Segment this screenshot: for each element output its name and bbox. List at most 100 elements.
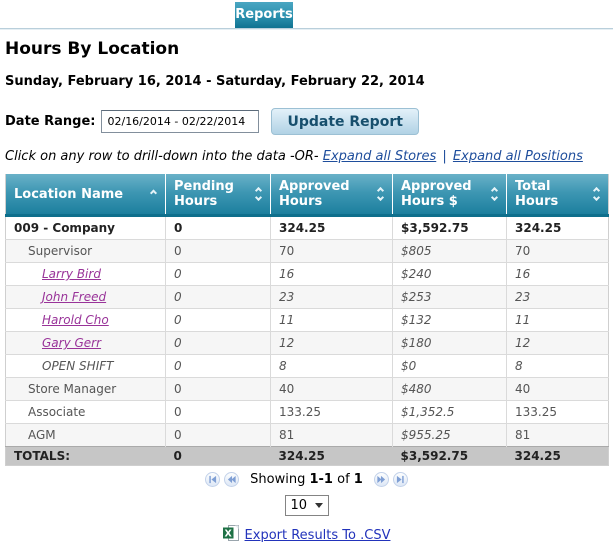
row-location-name: OPEN SHIFT <box>42 359 113 373</box>
date-range-label: Date Range: <box>5 114 95 129</box>
cell-approved-hours: 23 <box>271 286 393 309</box>
table-row[interactable]: 009 - Company 0 324.25 $3,592.75 324.25 <box>6 216 609 240</box>
cell-approved-hours-dollars: $805 <box>393 240 507 263</box>
cell-pending-hours: 0 <box>166 424 271 447</box>
cell-total-hours: 16 <box>507 263 609 286</box>
page-size-select[interactable]: 10 <box>285 495 329 516</box>
cell-total-hours: 11 <box>507 309 609 332</box>
first-page-icon <box>208 475 217 484</box>
cell-approved-hours: 16 <box>271 263 393 286</box>
last-page-button[interactable] <box>393 472 408 487</box>
employee-link[interactable]: Harold Cho <box>42 313 109 327</box>
export-csv-link[interactable]: Export Results To .CSV <box>245 528 391 543</box>
table-row[interactable]: Associate 0 133.25 $1,352.5 133.25 <box>6 401 609 424</box>
cell-approved-hours-dollars: $480 <box>393 378 507 401</box>
table-row[interactable]: OPEN SHIFT 0 8 $0 8 <box>6 355 609 378</box>
prev-page-button[interactable] <box>224 472 239 487</box>
column-header-approved-hours[interactable]: Approved Hours <box>271 174 393 216</box>
cell-pending-hours: 0 <box>166 401 271 424</box>
prev-page-icon <box>227 475 236 484</box>
first-page-button[interactable] <box>205 472 220 487</box>
tab-reports[interactable]: Reports <box>235 2 293 28</box>
table-row[interactable]: Harold Cho 0 11 $132 11 <box>6 309 609 332</box>
sort-both-icon <box>378 188 383 200</box>
cell-pending-hours: 0 <box>166 332 271 355</box>
date-range-controls: Date Range: Update Report <box>5 108 613 135</box>
cell-pending-hours: 0 <box>166 309 271 332</box>
table-row[interactable]: AGM 0 81 $955.25 81 <box>6 424 609 447</box>
cell-approved-hours: 81 <box>271 424 393 447</box>
hours-by-location-table: Location Name Pending Hours Approved Hou… <box>5 174 609 466</box>
column-header-location-name[interactable]: Location Name <box>6 174 166 216</box>
table-row[interactable]: Larry Bird 0 16 $240 16 <box>6 263 609 286</box>
totals-pending-hours: 0 <box>166 447 271 466</box>
table-row[interactable]: Store Manager 0 40 $480 40 <box>6 378 609 401</box>
cell-approved-hours-dollars: $1,352.5 <box>393 401 507 424</box>
column-header-total-hours[interactable]: Total Hours <box>507 174 609 216</box>
totals-approved-hours: 324.25 <box>271 447 393 466</box>
cell-approved-hours: 12 <box>271 332 393 355</box>
header-divider <box>0 28 613 30</box>
row-location-name: 009 - Company <box>14 221 115 235</box>
table-row[interactable]: Supervisor 0 70 $805 70 <box>6 240 609 263</box>
column-label: Approved Hours $ <box>401 179 472 209</box>
svg-text:X: X <box>224 528 232 539</box>
cell-pending-hours: 0 <box>166 286 271 309</box>
row-location-name: Supervisor <box>28 244 92 258</box>
drilldown-hint-text: Click on any row to drill-down into the … <box>5 149 319 164</box>
employee-link[interactable]: Larry Bird <box>42 267 101 281</box>
table-row[interactable]: Gary Gerr 0 12 $180 12 <box>6 332 609 355</box>
cell-total-hours: 8 <box>507 355 609 378</box>
totals-approved-hours-dollars: $3,592.75 <box>393 447 507 466</box>
expand-all-positions-link[interactable]: Expand all Positions <box>453 149 583 164</box>
table-header-row: Location Name Pending Hours Approved Hou… <box>6 174 609 216</box>
next-page-button[interactable] <box>374 472 389 487</box>
sort-both-icon <box>594 188 599 200</box>
row-location-name: AGM <box>28 428 56 442</box>
cell-approved-hours: 40 <box>271 378 393 401</box>
column-label: Location Name <box>14 187 123 202</box>
sort-asc-icon <box>151 191 156 198</box>
column-header-pending-hours[interactable]: Pending Hours <box>166 174 271 216</box>
column-label: Total Hours <box>515 179 558 209</box>
cell-approved-hours: 8 <box>271 355 393 378</box>
expand-all-stores-link[interactable]: Expand all Stores <box>323 149 437 164</box>
cell-approved-hours: 70 <box>271 240 393 263</box>
totals-label: TOTALS: <box>6 447 166 466</box>
update-report-button[interactable]: Update Report <box>271 108 418 135</box>
report-date-range-text: Sunday, February 16, 2014 - Saturday, Fe… <box>5 74 613 89</box>
column-header-approved-hours-dollars[interactable]: Approved Hours $ <box>393 174 507 216</box>
sort-both-icon <box>256 188 261 200</box>
pagination-bar: Showing 1-1 of 1 <box>0 472 613 488</box>
page-size-value: 10 <box>291 498 308 513</box>
cell-total-hours: 324.25 <box>507 216 609 240</box>
table-row[interactable]: John Freed 0 23 $253 23 <box>6 286 609 309</box>
page-title: Hours By Location <box>5 39 613 59</box>
column-label: Pending Hours <box>174 179 234 209</box>
column-label: Approved Hours <box>279 179 350 209</box>
cell-approved-hours: 133.25 <box>271 401 393 424</box>
cell-pending-hours: 0 <box>166 378 271 401</box>
top-tab-bar: Reports <box>0 0 613 28</box>
row-location-name: Store Manager <box>28 382 116 396</box>
employee-link[interactable]: John Freed <box>42 290 106 304</box>
cell-approved-hours-dollars: $132 <box>393 309 507 332</box>
cell-approved-hours-dollars: $253 <box>393 286 507 309</box>
cell-approved-hours: 324.25 <box>271 216 393 240</box>
totals-total-hours: 324.25 <box>507 447 609 466</box>
row-location-name: Associate <box>28 405 85 419</box>
employee-link[interactable]: Gary Gerr <box>42 336 101 350</box>
date-range-input[interactable] <box>101 110 259 133</box>
cell-approved-hours-dollars: $240 <box>393 263 507 286</box>
sort-both-icon <box>492 188 497 200</box>
cell-approved-hours-dollars: $0 <box>393 355 507 378</box>
cell-approved-hours-dollars: $180 <box>393 332 507 355</box>
cell-pending-hours: 0 <box>166 240 271 263</box>
next-page-icon <box>377 475 386 484</box>
cell-pending-hours: 0 <box>166 216 271 240</box>
cell-total-hours: 12 <box>507 332 609 355</box>
table-body: 009 - Company 0 324.25 $3,592.75 324.25 … <box>6 216 609 447</box>
cell-pending-hours: 0 <box>166 355 271 378</box>
pagination-status: Showing 1-1 of 1 <box>250 472 363 487</box>
excel-icon[interactable]: X <box>223 525 239 545</box>
